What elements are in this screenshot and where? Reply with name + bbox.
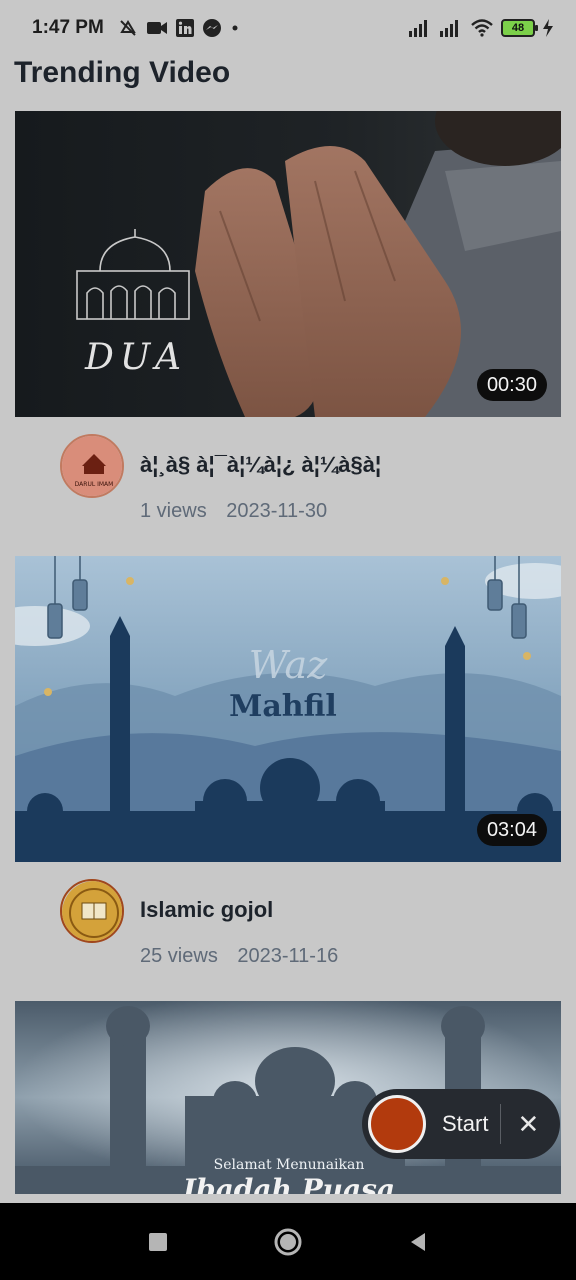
video-thumbnail-waz-mahfil[interactable]: Waz Mahfil 03:04: [15, 556, 561, 862]
video-stats: 25 views 2023-11-16: [140, 945, 338, 968]
status-time: 1:47 PM: [32, 17, 104, 38]
wifi-icon: [470, 19, 494, 37]
video-date: 2023-11-16: [237, 945, 339, 967]
home-icon[interactable]: [268, 1222, 308, 1262]
video-title[interactable]: à¦¸à§ à¦¯à¦¼à¦¿ à¦¼à§à¦: [140, 452, 381, 478]
screen-recorder-pill[interactable]: Start ✕: [362, 1089, 560, 1159]
status-bar: 1:47 PM 48: [0, 0, 576, 56]
video-stats: 1 views 2023-11-30: [140, 500, 327, 523]
video-camera-icon: [146, 20, 168, 36]
video-views: 25 views: [140, 945, 218, 967]
video-duration: 00:30: [476, 369, 547, 401]
thumbnail-text-mahfil: Mahfil: [229, 689, 337, 724]
battery-level: 48: [511, 22, 525, 34]
page-title: Trending Video: [14, 56, 231, 89]
thumbnail-text-ibadah: Ibadah Puasa: [182, 1173, 395, 1194]
video-title[interactable]: Islamic gojol: [140, 897, 273, 923]
dot-icon: [230, 23, 240, 33]
channel-avatar[interactable]: DARUL IMAM: [60, 434, 124, 498]
signal-icon: [439, 19, 463, 37]
recorder-divider: [500, 1104, 502, 1144]
linkedin-icon: [175, 19, 194, 37]
signal-icon: [408, 19, 432, 37]
thumbnail-text-selamat: Selamat Menunaikan: [214, 1157, 365, 1173]
video-views: 1 views: [140, 500, 207, 522]
close-icon[interactable]: ✕: [517, 1111, 539, 1137]
messenger-icon: [202, 18, 222, 38]
thumbnail-text-dua: DUA: [84, 337, 187, 378]
video-meta[interactable]: DARUL IMAM à¦¸à§ à¦¯à¦¼à¦¿ à¦¼à§à¦ 1 vie…: [60, 434, 560, 534]
video-meta[interactable]: Islamic gojol 25 views 2023-11-16: [60, 879, 560, 979]
back-icon[interactable]: [398, 1222, 438, 1262]
video-date: 2023-11-30: [226, 500, 328, 522]
video-thumbnail-dua[interactable]: DUA 00:30: [15, 111, 561, 417]
video-duration: 03:04: [476, 814, 547, 846]
recent-apps-icon[interactable]: [138, 1222, 178, 1262]
mute-icon: [118, 18, 138, 38]
battery-icon: 48: [501, 19, 538, 37]
channel-avatar[interactable]: [60, 879, 124, 943]
start-recording-button[interactable]: Start: [442, 1111, 488, 1137]
channel-avatar-text: DARUL IMAM: [75, 481, 114, 488]
system-navbar: [0, 1203, 576, 1280]
charging-icon: [542, 19, 554, 37]
record-button[interactable]: [368, 1095, 426, 1153]
thumbnail-text-waz: Waz: [249, 643, 328, 687]
